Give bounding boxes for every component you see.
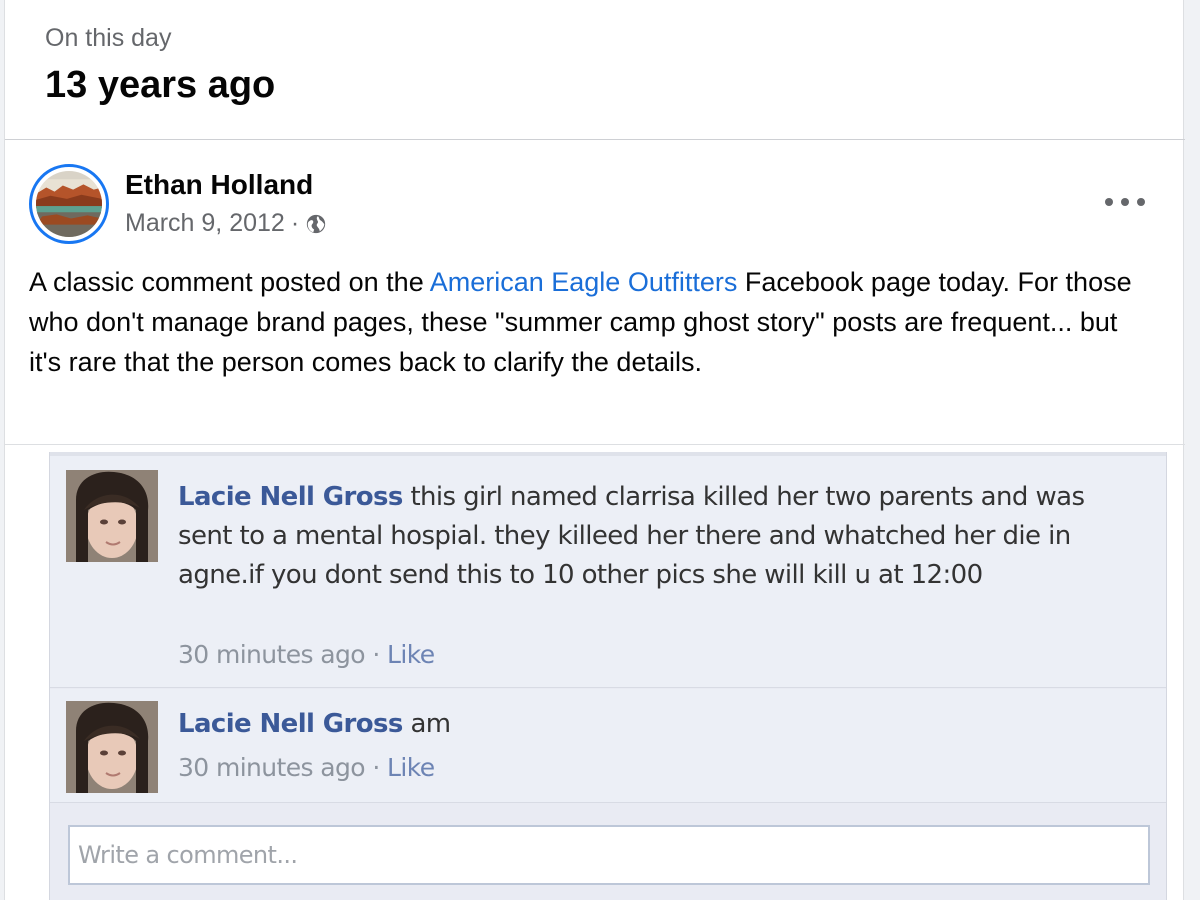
author-avatar[interactable] — [29, 164, 109, 244]
comment-text: am — [402, 709, 451, 739]
memory-header: On this day 13 years ago — [5, 0, 1185, 140]
commenter-photo — [66, 470, 158, 562]
post-text: A classic comment posted on the American… — [29, 262, 1149, 382]
comment-meta: 30 minutes ago · Like — [178, 753, 435, 782]
memory-card: On this day 13 years ago Ethan Holland M… — [4, 0, 1185, 900]
comment-body: Lacie Nell Gross am — [178, 705, 1138, 744]
post-divider — [5, 444, 1185, 445]
embedded-screenshot[interactable]: Lacie Nell Gross this girl named clarris… — [49, 452, 1167, 900]
comment-time: 30 minutes ago — [178, 753, 366, 782]
post-date[interactable]: March 9, 2012 — [125, 209, 285, 238]
comment-body: Lacie Nell Gross this girl named clarris… — [178, 478, 1138, 595]
post-meta: March 9, 2012 · — [125, 209, 327, 238]
old-comment: Lacie Nell Gross this girl named clarris… — [50, 456, 1166, 688]
like-link[interactable]: Like — [387, 753, 435, 782]
more-options-dot — [1121, 198, 1129, 206]
commenter-photo — [66, 701, 158, 793]
memory-subtitle: On this day — [45, 24, 172, 52]
commenter-name[interactable]: Lacie Nell Gross — [178, 482, 403, 512]
more-options-button[interactable] — [1105, 190, 1145, 214]
old-comment: Lacie Nell Gross am 30 minutes ago · Lik… — [50, 689, 1166, 803]
canyon-photo-icon — [36, 171, 102, 237]
memory-title: 13 years ago — [45, 64, 276, 106]
author-name[interactable]: Ethan Holland — [125, 169, 313, 201]
like-link[interactable]: Like — [387, 640, 435, 669]
more-options-dot — [1105, 198, 1113, 206]
more-options-dot — [1137, 198, 1145, 206]
write-comment-field[interactable]: Write a comment... — [68, 825, 1150, 885]
comment-meta: 30 minutes ago · Like — [178, 640, 435, 669]
comment-time: 30 minutes ago — [178, 640, 366, 669]
commenter-name[interactable]: Lacie Nell Gross — [178, 709, 403, 739]
globe-icon[interactable] — [305, 213, 327, 235]
meta-separator: · — [290, 209, 300, 237]
comment-dot: · — [365, 753, 388, 782]
page-link[interactable]: American Eagle Outfitters — [430, 267, 738, 297]
comment-dot: · — [365, 640, 388, 669]
post-text-before: A classic comment posted on the — [29, 267, 430, 297]
